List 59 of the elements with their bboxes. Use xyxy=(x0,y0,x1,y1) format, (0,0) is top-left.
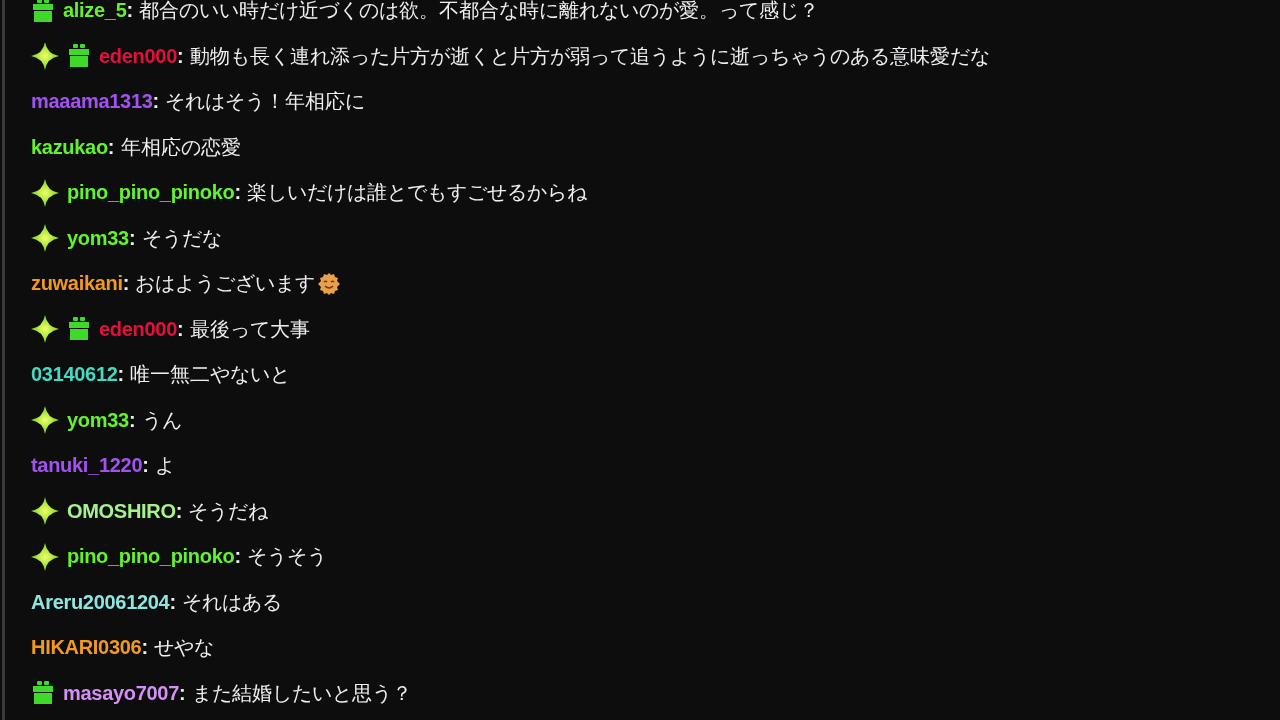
message-text: そうだね xyxy=(188,498,269,524)
sparkle-badge-icon xyxy=(31,178,59,207)
message-text: おはようございます xyxy=(135,271,316,297)
username[interactable]: pino_pino_pinoko xyxy=(67,545,235,569)
gift-badge-icon xyxy=(67,44,91,69)
sparkle-badge-icon xyxy=(31,497,59,526)
colon: : xyxy=(179,681,186,705)
message-text: 都合のいい時だけ近づくのは欲。不都合な時に離れないのが愛。って感じ？ xyxy=(139,0,820,24)
colon: : xyxy=(142,454,149,478)
message-text: せやな xyxy=(154,635,215,661)
sparkle-badge-icon xyxy=(31,542,59,571)
colon: : xyxy=(126,0,134,23)
message-text: 動物も長く連れ添った片方が逝くと片方が弱って追うように逝っちゃうのある意味愛だな xyxy=(189,43,990,69)
message-text: それはある xyxy=(182,589,283,615)
colon: : xyxy=(128,226,136,250)
username[interactable]: masayo7007 xyxy=(63,681,179,705)
colon: : xyxy=(169,590,177,614)
message-text: 楽しいだけは誰とでもすごせるからね xyxy=(247,180,588,206)
username[interactable]: yom33 xyxy=(67,408,129,432)
message-text: よ xyxy=(154,453,175,479)
username[interactable]: zuwaikani xyxy=(31,272,123,296)
username[interactable]: alize_5 xyxy=(63,0,127,23)
gift-badge-icon xyxy=(31,0,55,23)
username[interactable]: eden000 xyxy=(99,44,177,68)
username[interactable]: pino_pino_pinoko xyxy=(67,181,235,205)
colon: : xyxy=(176,44,184,68)
username[interactable]: yom33 xyxy=(67,226,129,250)
message-text: それはそう！年相応に xyxy=(165,89,366,115)
username[interactable]: 03140612 xyxy=(31,363,118,387)
username[interactable]: eden000 xyxy=(99,317,177,341)
username[interactable]: tanuki_1220 xyxy=(31,454,143,478)
colon: : xyxy=(117,363,125,387)
message-text: また結婚したいと思う？ xyxy=(191,680,412,706)
message-text: そうだな xyxy=(141,225,222,251)
colon: : xyxy=(141,636,149,660)
username[interactable]: HIKARI0306 xyxy=(31,636,142,660)
message-text: 最後って大事 xyxy=(189,316,310,342)
message-text: 年相応の恋愛 xyxy=(120,134,241,160)
colon: : xyxy=(107,135,115,159)
sparkle-badge-icon xyxy=(31,224,59,253)
username[interactable]: OMOSHIRO xyxy=(67,499,176,523)
username[interactable]: kazukao xyxy=(31,135,108,159)
gift-badge-icon xyxy=(67,317,91,342)
colon: : xyxy=(175,499,183,523)
sparkle-badge-icon xyxy=(31,42,59,71)
sparkle-badge-icon xyxy=(31,406,59,435)
colon: : xyxy=(234,545,242,569)
message-text: 唯一無二やないと xyxy=(130,362,291,388)
colon: : xyxy=(152,90,160,114)
colon: : xyxy=(234,181,242,205)
colon: : xyxy=(176,317,184,341)
message-text: うん xyxy=(141,407,182,433)
sparkle-badge-icon xyxy=(31,315,59,344)
gift-badge-icon xyxy=(31,681,55,706)
colon: : xyxy=(128,408,136,432)
username[interactable]: maaama1313 xyxy=(31,90,153,114)
colon: : xyxy=(122,272,130,296)
message-text: そうそう xyxy=(247,544,328,570)
username[interactable]: Areru20061204 xyxy=(31,590,170,614)
